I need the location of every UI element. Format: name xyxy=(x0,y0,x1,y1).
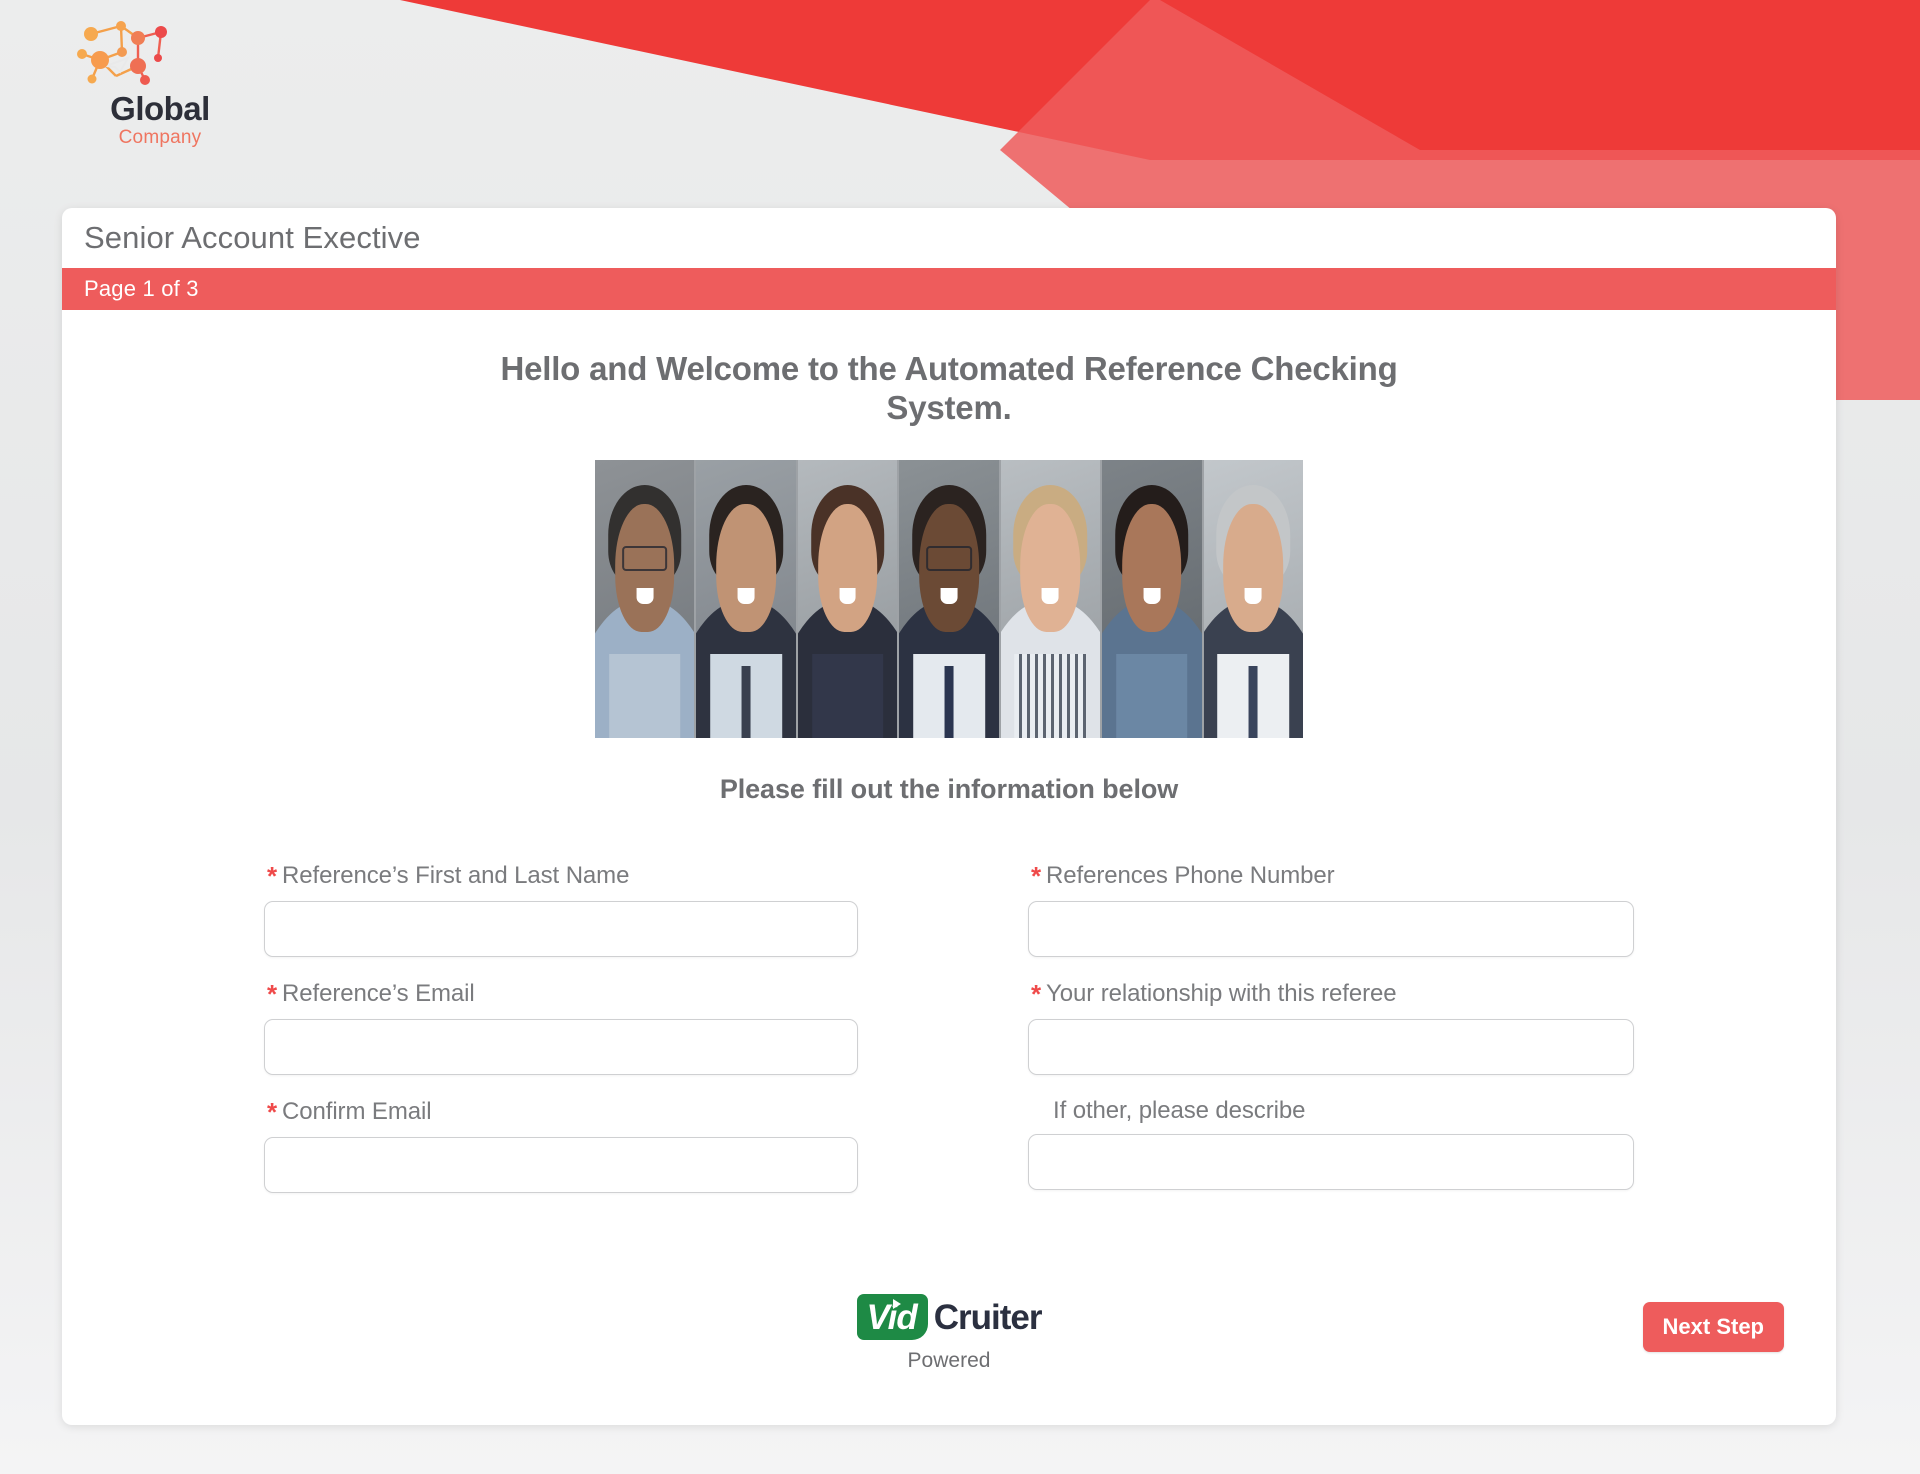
required-asterisk: * xyxy=(267,1096,278,1127)
banner-shape-bright-2 xyxy=(1160,0,1920,150)
brand-logo: Global Company xyxy=(56,16,286,156)
network-nodes-icon xyxy=(66,16,206,98)
page-indicator-label: Page 1 of 3 xyxy=(84,276,199,301)
welcome-heading: Hello and Welcome to the Automated Refer… xyxy=(500,350,1398,426)
required-asterisk: * xyxy=(1031,978,1042,1009)
field-reference-name: * Reference’s First and Last Name xyxy=(264,861,864,957)
brand-wordmark: Global Company xyxy=(60,92,260,151)
portrait-collage-image xyxy=(595,459,1303,738)
card-body: Hello and Welcome to the Automated Refer… xyxy=(62,310,1836,1425)
other-describe-input[interactable] xyxy=(1028,1133,1634,1190)
portrait-2 xyxy=(696,459,796,738)
label-relationship: * Your relationship with this referee xyxy=(1028,979,1634,1010)
label-other-describe: If other, please describe xyxy=(1053,1096,1306,1124)
vidcruiter-branding: Vid Cruiter Powered xyxy=(769,1293,1129,1373)
required-asterisk: * xyxy=(1031,860,1042,891)
label-text: Reference’s Email xyxy=(282,979,475,1007)
field-confirm-email: * Confirm Email xyxy=(264,1097,864,1193)
label-reference-email: * Reference’s Email xyxy=(264,979,864,1010)
field-reference-email: * Reference’s Email xyxy=(264,979,864,1075)
brand-name-secondary: Company xyxy=(118,127,202,148)
application-card: Senior Account Exective Page 1 of 3 Hell… xyxy=(62,208,1836,1425)
banner-shape-bright xyxy=(400,0,1920,160)
portrait-7 xyxy=(1203,459,1303,738)
reference-email-input[interactable] xyxy=(264,1018,858,1075)
reference-form: * Reference’s First and Last Name * Refere… xyxy=(264,861,1634,1193)
portrait-4 xyxy=(899,459,999,738)
portrait-1 xyxy=(595,459,695,738)
label-confirm-email: * Confirm Email xyxy=(264,1097,864,1128)
relationship-input[interactable] xyxy=(1028,1018,1634,1075)
field-reference-phone: * References Phone Number xyxy=(1028,861,1634,957)
label-text: Reference’s First and Last Name xyxy=(282,861,630,889)
reference-name-input[interactable] xyxy=(264,900,858,957)
vidcruiter-logo: Vid Cruiter xyxy=(856,1293,1043,1341)
form-subheading: Please fill out the information below xyxy=(719,773,1179,804)
label-text: References Phone Number xyxy=(1046,861,1335,889)
label-reference-name: * Reference’s First and Last Name xyxy=(264,861,864,892)
page-title: Senior Account Exective xyxy=(84,220,421,255)
portrait-5 xyxy=(1000,459,1101,738)
next-step-button[interactable]: Next Step xyxy=(1642,1302,1784,1352)
brand-name-primary: Global xyxy=(110,90,210,127)
required-asterisk: * xyxy=(267,978,278,1009)
label-text: Your relationship with this referee xyxy=(1046,979,1397,1007)
required-asterisk: * xyxy=(267,860,278,891)
label-text: Confirm Email xyxy=(282,1097,432,1125)
field-other-describe: If other, please describe xyxy=(1028,1097,1634,1193)
card-footer: Vid Cruiter Powered Next Step xyxy=(62,1293,1836,1403)
field-relationship: * Your relationship with this referee xyxy=(1028,979,1634,1075)
vid-badge: Vid xyxy=(856,1294,928,1340)
reference-phone-input[interactable] xyxy=(1028,900,1634,957)
page-indicator-bar: Page 1 of 3 xyxy=(62,268,1836,310)
label-reference-phone: * References Phone Number xyxy=(1028,861,1634,892)
portrait-6 xyxy=(1102,459,1202,738)
cruiter-label: Cruiter xyxy=(933,1297,1043,1337)
confirm-email-input[interactable] xyxy=(264,1136,858,1193)
powered-label: Powered xyxy=(907,1349,991,1372)
play-triangle-icon xyxy=(892,1299,901,1309)
portrait-3 xyxy=(797,459,898,738)
